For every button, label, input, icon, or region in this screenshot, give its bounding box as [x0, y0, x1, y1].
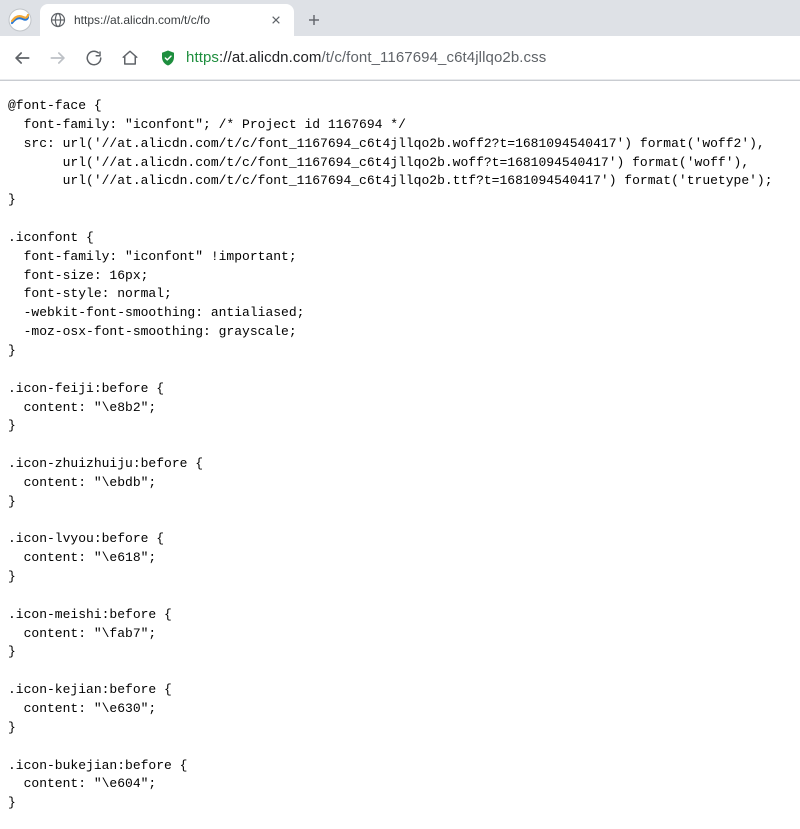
back-button[interactable] [6, 42, 38, 74]
reload-button[interactable] [78, 42, 110, 74]
toolbar: https://at.alicdn.com/t/c/font_1167694_c… [0, 36, 800, 80]
globe-icon [50, 12, 66, 28]
new-tab-button[interactable] [300, 6, 328, 34]
app-favicon [6, 6, 34, 34]
home-button[interactable] [114, 42, 146, 74]
address-bar[interactable]: https://at.alicdn.com/t/c/font_1167694_c… [158, 48, 794, 68]
page-content[interactable]: @font-face { font-family: "iconfont"; /*… [0, 81, 800, 829]
forward-button[interactable] [42, 42, 74, 74]
tab-strip: https://at.alicdn.com/t/c/fo [0, 0, 800, 36]
browser-tab[interactable]: https://at.alicdn.com/t/c/fo [40, 4, 294, 36]
shield-icon [158, 48, 178, 68]
url-path: /t/c/font_1167694_c6t4jllqo2b.css [322, 49, 547, 66]
tab-title: https://at.alicdn.com/t/c/fo [74, 13, 260, 27]
url-text: https://at.alicdn.com/t/c/font_1167694_c… [186, 49, 546, 66]
close-icon[interactable] [268, 12, 284, 28]
url-host: ://at.alicdn.com [219, 49, 321, 66]
url-scheme: https [186, 49, 219, 66]
browser-chrome: https://at.alicdn.com/t/c/fo https: [0, 0, 800, 81]
